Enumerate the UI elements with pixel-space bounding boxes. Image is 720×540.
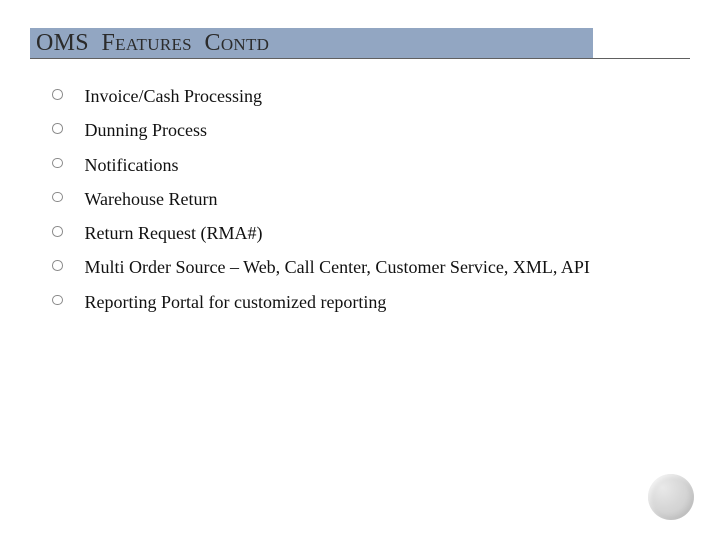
bullet-icon: [52, 158, 63, 169]
list-item-label: Notifications: [85, 153, 179, 177]
list-item-label: Warehouse Return: [85, 187, 218, 211]
list-item-label: Invoice/Cash Processing: [85, 84, 262, 108]
title-region: OMS Features Contd: [30, 22, 690, 59]
bullet-icon: [52, 295, 63, 306]
list-item: Warehouse Return: [52, 187, 664, 211]
list-item-label: Return Request (RMA#): [85, 221, 263, 245]
list-item-label: Dunning Process: [85, 118, 208, 142]
bullet-icon: [52, 89, 63, 100]
list-item: Return Request (RMA#): [52, 221, 664, 245]
bullet-icon: [52, 260, 63, 271]
bullet-icon: [52, 226, 63, 237]
title-word-2: Features: [102, 30, 192, 57]
feature-list: Invoice/Cash Processing Dunning Process …: [52, 84, 664, 324]
decorative-orb: [648, 474, 694, 520]
list-item: Invoice/Cash Processing: [52, 84, 664, 108]
bullet-icon: [52, 123, 63, 134]
list-item: Reporting Portal for customized reportin…: [52, 290, 664, 314]
list-item-label: Multi Order Source – Web, Call Center, C…: [85, 255, 590, 279]
list-item: Dunning Process: [52, 118, 664, 142]
bullet-icon: [52, 192, 63, 203]
list-item: Notifications: [52, 153, 664, 177]
title-word-3: Contd: [205, 30, 270, 57]
list-item-label: Reporting Portal for customized reportin…: [85, 290, 387, 314]
title-word-1: OMS: [36, 30, 89, 57]
list-item: Multi Order Source – Web, Call Center, C…: [52, 255, 664, 279]
slide-title: OMS Features Contd: [36, 28, 269, 58]
